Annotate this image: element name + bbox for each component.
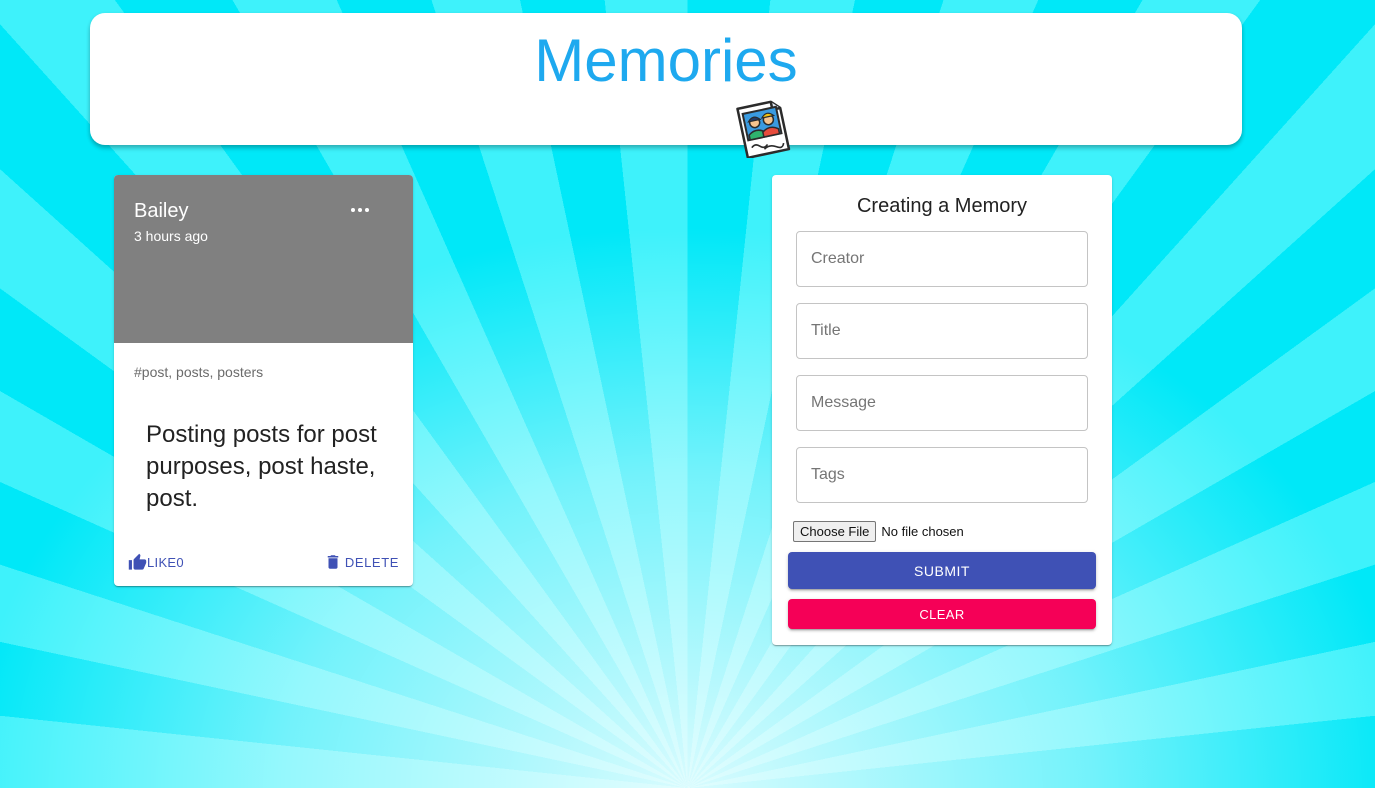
post-tags: #post, posts, posters: [134, 364, 264, 380]
like-button[interactable]: LIKE 0: [128, 553, 184, 572]
post-card: Bailey 3 hours ago #post, posts, posters…: [114, 175, 413, 586]
delete-label: DELETE: [344, 554, 399, 570]
photo-memories-icon: [736, 100, 791, 158]
title-input[interactable]: [796, 303, 1088, 359]
app-bar: Memories: [90, 13, 1242, 158]
choose-file-button[interactable]: Choose File: [793, 521, 877, 542]
post-creator: Bailey: [134, 200, 189, 222]
message-input[interactable]: [796, 375, 1088, 431]
more-options-button[interactable]: [347, 200, 375, 220]
clear-button[interactable]: CLEAR: [788, 599, 1096, 629]
like-count: 0: [176, 555, 184, 570]
more-horizontal-icon: [351, 208, 369, 212]
tags-input[interactable]: [796, 447, 1088, 503]
app-title: Memories: [534, 27, 798, 94]
submit-button[interactable]: SUBMIT: [788, 552, 1096, 589]
form-heading: Creating a Memory: [856, 195, 1028, 217]
creator-input[interactable]: [796, 231, 1088, 287]
delete-button[interactable]: DELETE: [324, 553, 399, 571]
like-label: LIKE: [147, 555, 177, 570]
file-picker: Choose File No file chosen: [793, 521, 964, 542]
memory-form: Creating a Memory Choose File No file ch…: [772, 175, 1112, 645]
post-time: 3 hours ago: [134, 228, 208, 244]
trash-icon: [327, 555, 339, 569]
post-actions: LIKE 0 DELETE: [114, 551, 413, 575]
file-status: No file chosen: [881, 524, 964, 539]
thumb-up-icon: [128, 553, 147, 570]
post-message: Posting posts for post purposes, post ha…: [146, 421, 377, 512]
